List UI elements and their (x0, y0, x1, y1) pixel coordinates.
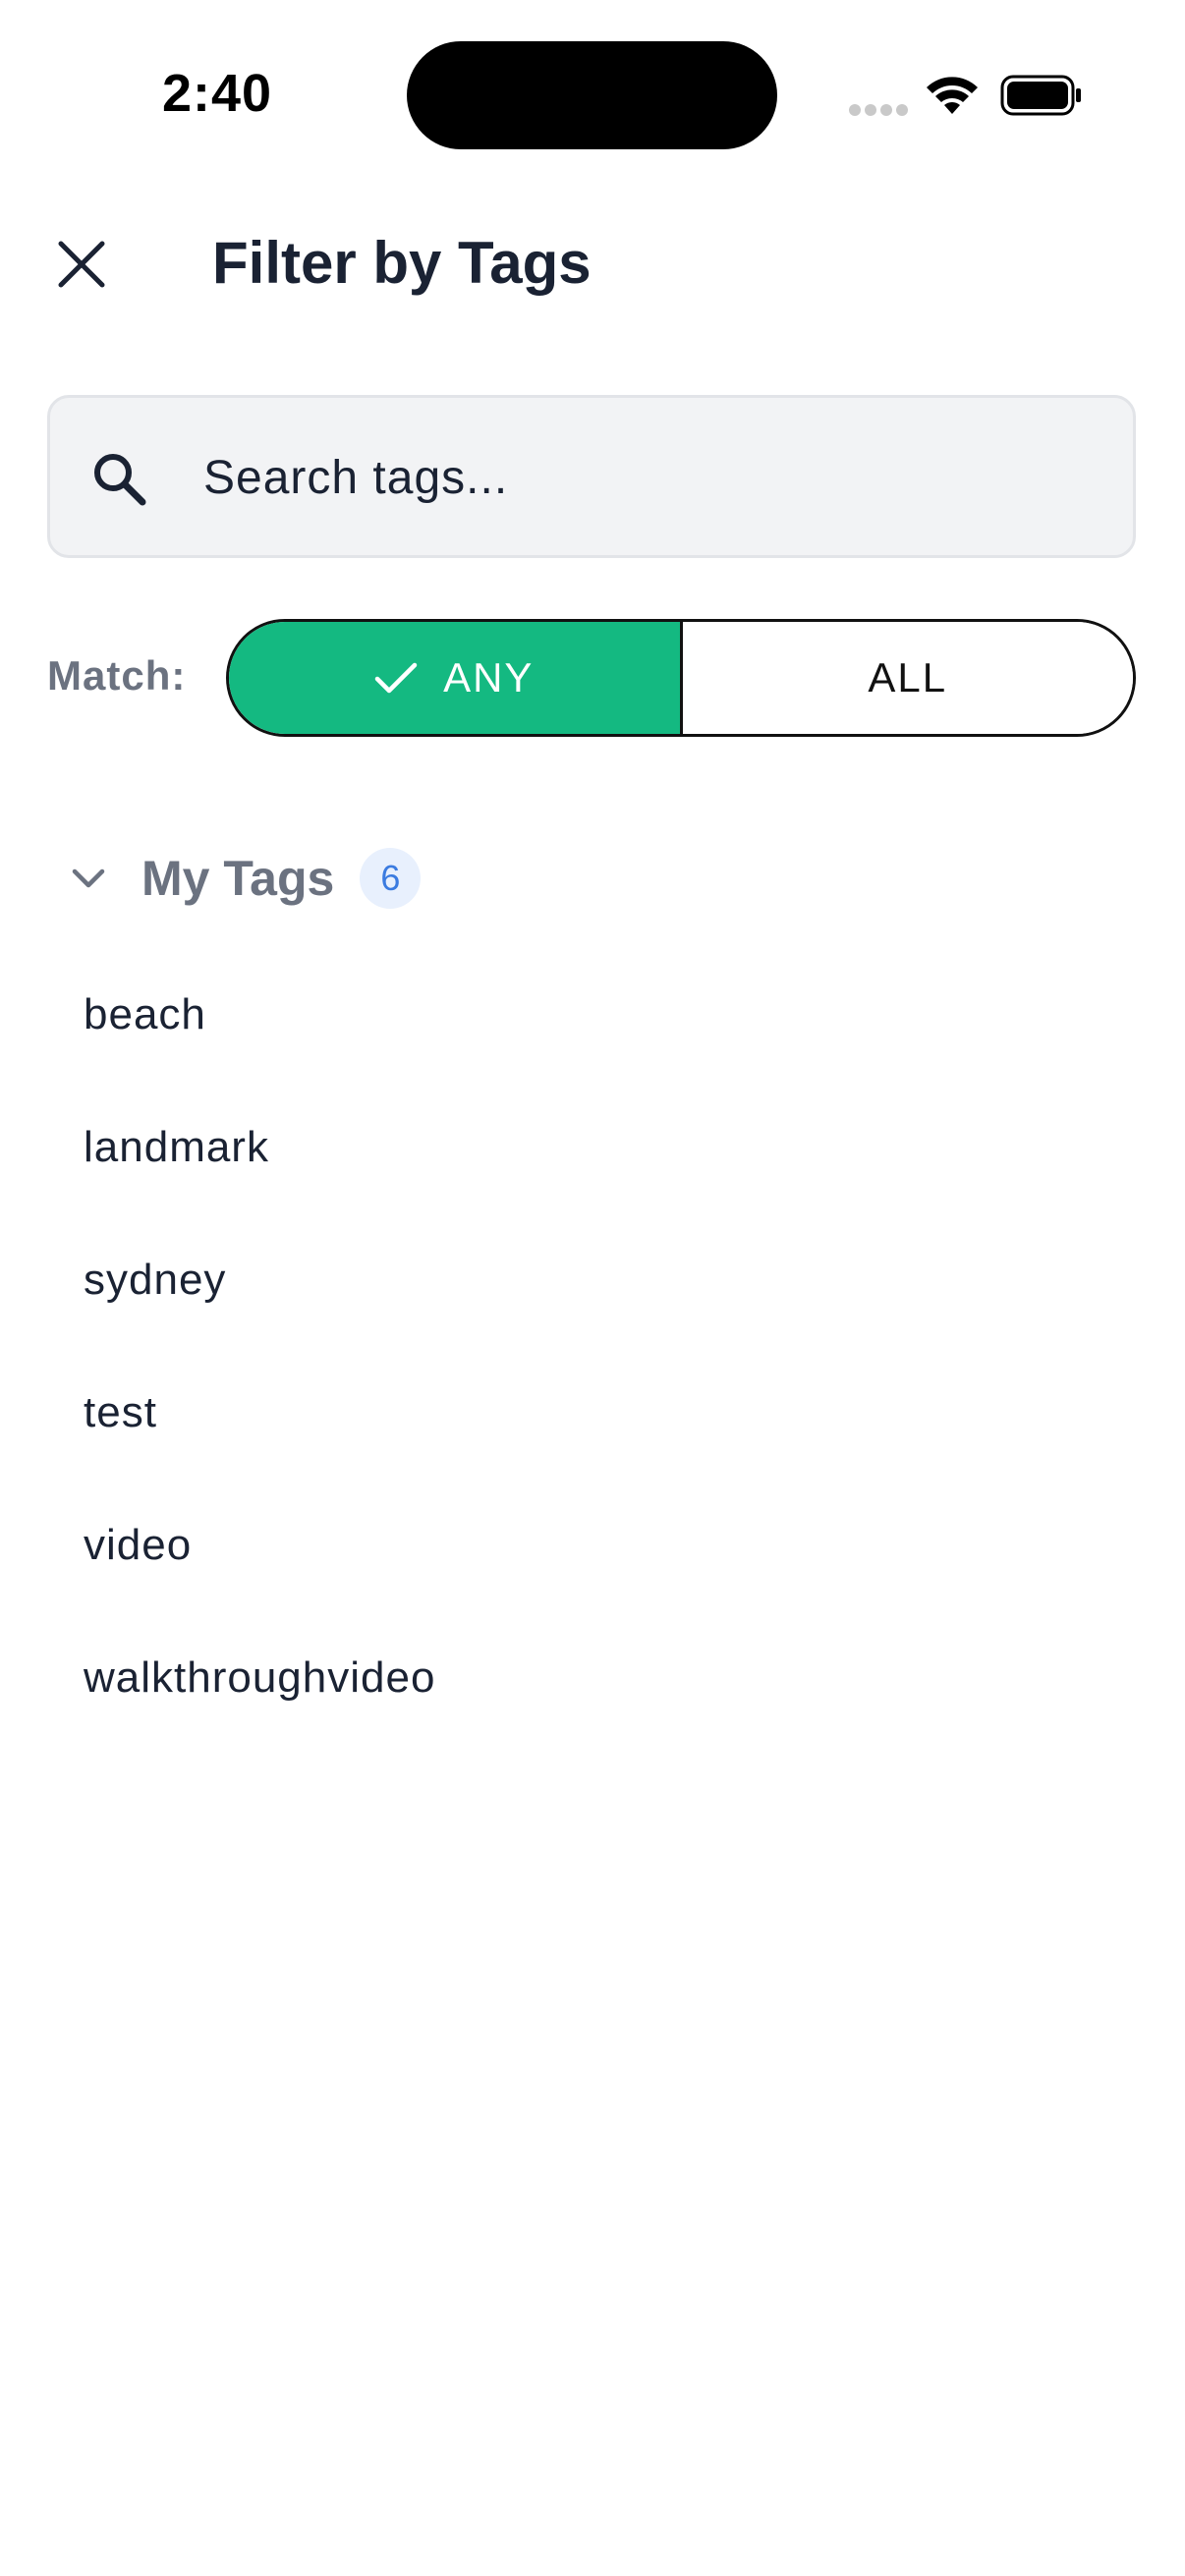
tag-item-video[interactable]: video (0, 1479, 1185, 1611)
chevron-down-icon (61, 851, 116, 906)
wifi-icon (927, 77, 978, 114)
match-any-label: ANY (443, 654, 535, 700)
search-input[interactable] (201, 427, 1090, 528)
match-all-label: ALL (868, 654, 948, 700)
tag-item-walkthroughvideo[interactable]: walkthroughvideo (0, 1611, 1185, 1744)
section-title: My Tags (141, 851, 335, 906)
match-any-button[interactable]: ANY (229, 622, 683, 734)
search-icon (94, 454, 146, 506)
status-time: 2:40 (162, 64, 273, 123)
search-box[interactable] (47, 395, 1136, 558)
check-icon (374, 662, 418, 694)
tag-item-landmark[interactable]: landmark (0, 1081, 1185, 1213)
match-all-button[interactable]: ALL (682, 622, 1133, 734)
battery-icon (1000, 75, 1081, 116)
dynamic-island (407, 41, 777, 149)
close-icon (58, 241, 105, 288)
page-title: Filter by Tags (212, 230, 592, 296)
match-label: Match: (47, 652, 187, 699)
tag-item-beach[interactable]: beach (0, 948, 1185, 1081)
tag-count-badge: 6 (360, 848, 422, 909)
close-button[interactable] (49, 232, 114, 297)
match-segmented-control: ANY ALL (226, 619, 1136, 737)
tag-item-sydney[interactable]: sydney (0, 1213, 1185, 1346)
cellular-signal-icon (849, 104, 908, 116)
status-bar: 2:40 (0, 0, 1185, 149)
tag-list: beach landmark sydney test video walkthr… (0, 948, 1185, 1744)
tag-item-test[interactable]: test (0, 1346, 1185, 1479)
my-tags-section-header[interactable]: My Tags 6 (61, 841, 422, 916)
